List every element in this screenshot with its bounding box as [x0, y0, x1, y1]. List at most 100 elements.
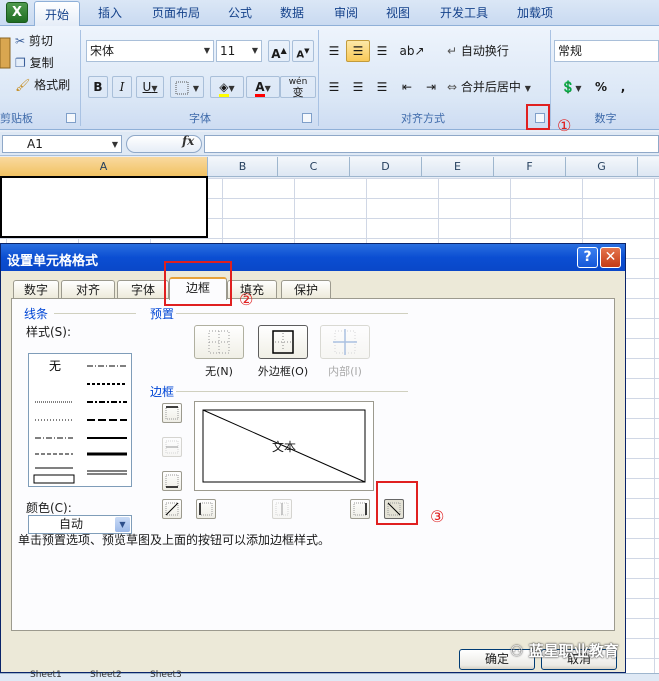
tab-review[interactable]: 审阅: [326, 0, 366, 26]
paint-bucket-icon: ◈: [219, 80, 229, 97]
increase-indent-icon: ⇥: [425, 80, 437, 94]
insert-function-icon[interactable]: fx: [182, 134, 194, 148]
border-bottom-button[interactable]: [162, 471, 182, 491]
bold-button[interactable]: B: [88, 76, 108, 98]
formula-bar: A1 ▼ fx: [0, 132, 659, 156]
line-style-list[interactable]: 无: [28, 353, 132, 487]
tab-font[interactable]: 字体: [117, 280, 169, 299]
align-center-button[interactable]: ☰: [346, 76, 370, 98]
chevron-down-icon[interactable]: ▼: [115, 517, 130, 532]
clipboard-launcher-icon[interactable]: [66, 113, 76, 123]
column-header-f[interactable]: F: [494, 157, 566, 177]
border-right-button[interactable]: [350, 499, 370, 519]
style-label: 样式(S):: [26, 325, 72, 339]
preset-inside-button[interactable]: [320, 325, 370, 359]
fill-color-button[interactable]: ◈▼: [210, 76, 244, 98]
tab-developer[interactable]: 开发工具: [430, 0, 498, 26]
chevron-down-icon[interactable]: ▼: [252, 41, 258, 61]
column-header-d[interactable]: D: [350, 157, 422, 177]
name-box[interactable]: A1 ▼: [2, 135, 122, 153]
wrap-text-button[interactable]: ↵ 自动换行: [446, 40, 522, 62]
orientation-button[interactable]: ab↗: [396, 40, 428, 62]
tab-add-ins[interactable]: 加载项: [508, 0, 562, 26]
increase-indent-button[interactable]: ⇥: [420, 76, 442, 98]
tab-insert[interactable]: 插入: [88, 0, 132, 26]
close-button[interactable]: ✕: [600, 247, 621, 268]
sheet-tab-2[interactable]: Sheet2: [90, 670, 122, 680]
tab-protection[interactable]: 保护: [281, 280, 331, 299]
tab-border[interactable]: 边框: [169, 277, 227, 300]
currency-icon: 💲: [560, 80, 576, 94]
borders-button[interactable]: ▼: [170, 76, 204, 98]
format-cells-dialog: 设置单元格格式 ? ✕ 数字 对齐 字体 边框 填充 保护 线条 样式(S): …: [0, 243, 626, 673]
align-top-button[interactable]: ☰: [322, 40, 346, 62]
border-inside-vertical-button[interactable]: [272, 499, 292, 519]
preset-none-button[interactable]: [194, 325, 244, 359]
column-header-c[interactable]: C: [278, 157, 350, 177]
border-inside-horizontal-button[interactable]: [162, 437, 182, 457]
watermark-text: ⚇ 蓝星职业教育: [510, 640, 619, 661]
tab-page-layout[interactable]: 页面布局: [142, 0, 210, 26]
chevron-down-icon[interactable]: ▼: [204, 41, 210, 61]
sheet-tab-bar: Sheet1 Sheet2 Sheet3: [0, 670, 659, 681]
column-header-g[interactable]: G: [566, 157, 638, 177]
decrease-indent-button[interactable]: ⇤: [396, 76, 418, 98]
dialog-title-bar[interactable]: 设置单元格格式 ? ✕: [1, 244, 625, 271]
font-name-select[interactable]: 宋体 ▼: [86, 40, 214, 62]
align-left-button[interactable]: ☰: [322, 76, 346, 98]
clipboard-group-label: 剪贴板: [0, 112, 33, 125]
shrink-font-button[interactable]: A▼: [292, 40, 314, 62]
chevron-down-icon[interactable]: ▼: [112, 137, 118, 153]
cut-button[interactable]: ✂ 剪切: [14, 30, 70, 52]
column-header-a[interactable]: A: [0, 157, 208, 177]
percent-button[interactable]: %: [590, 76, 612, 98]
merge-center-button[interactable]: ⇔ 合并后居中 ▼: [446, 76, 542, 98]
border-diagonal-up-button[interactable]: [162, 499, 182, 519]
grow-font-button[interactable]: A▲: [268, 40, 290, 62]
merge-center-label: 合并后居中: [460, 80, 521, 94]
line-style-swatches[interactable]: 无: [29, 354, 131, 486]
sheet-tab-3[interactable]: Sheet3: [150, 670, 182, 680]
active-cell-a1[interactable]: [0, 176, 208, 238]
hint-text: 单击预置选项、预览草图及上面的按钮可以添加边框样式。: [18, 533, 331, 547]
excel-app-icon[interactable]: X: [6, 2, 28, 23]
border-preview[interactable]: 文本: [194, 401, 374, 491]
cell-reference: A1: [27, 137, 43, 151]
line-style-none[interactable]: 无: [49, 359, 61, 373]
underline-button[interactable]: U▼: [136, 76, 164, 98]
comma-button[interactable]: ,: [614, 76, 632, 98]
border-top-button[interactable]: [162, 403, 182, 423]
tab-number[interactable]: 数字: [13, 280, 59, 299]
tab-alignment[interactable]: 对齐: [61, 280, 115, 299]
preset-outline-label: 外边框(O): [257, 365, 309, 378]
annotation-box-diagonal: [376, 481, 418, 525]
format-painter-button[interactable]: 🖌 格式刷: [14, 74, 76, 96]
tab-data[interactable]: 数据: [272, 0, 312, 26]
font-color-button[interactable]: A▼: [246, 76, 280, 98]
help-button[interactable]: ?: [577, 247, 598, 268]
paste-icon[interactable]: [0, 32, 12, 75]
sheet-tab-1[interactable]: Sheet1: [30, 670, 62, 680]
copy-button[interactable]: ❐ 复制: [14, 52, 70, 74]
column-header-e[interactable]: E: [422, 157, 494, 177]
font-launcher-icon[interactable]: [302, 113, 312, 123]
font-name-value: 宋体: [90, 44, 115, 58]
align-middle-button[interactable]: ☰: [346, 40, 370, 62]
align-right-icon: ☰: [376, 80, 388, 94]
formula-input[interactable]: [204, 135, 659, 153]
font-color-icon: A: [255, 80, 265, 97]
column-header-b[interactable]: B: [208, 157, 278, 177]
border-inside-vertical-icon: [275, 502, 289, 516]
font-size-select[interactable]: 11 ▼: [216, 40, 262, 62]
border-left-button[interactable]: [196, 499, 216, 519]
tab-home[interactable]: 开始: [34, 1, 80, 27]
tab-view[interactable]: 视图: [378, 0, 418, 26]
tab-formulas[interactable]: 公式: [220, 0, 260, 26]
preset-outline-button[interactable]: [258, 325, 308, 359]
phonetic-button[interactable]: wén 变: [280, 76, 316, 98]
number-format-select[interactable]: 常规: [554, 40, 659, 62]
currency-button[interactable]: 💲▼: [556, 76, 586, 98]
italic-button[interactable]: I: [112, 76, 132, 98]
align-bottom-button[interactable]: ☰: [370, 40, 394, 62]
align-right-button[interactable]: ☰: [370, 76, 394, 98]
